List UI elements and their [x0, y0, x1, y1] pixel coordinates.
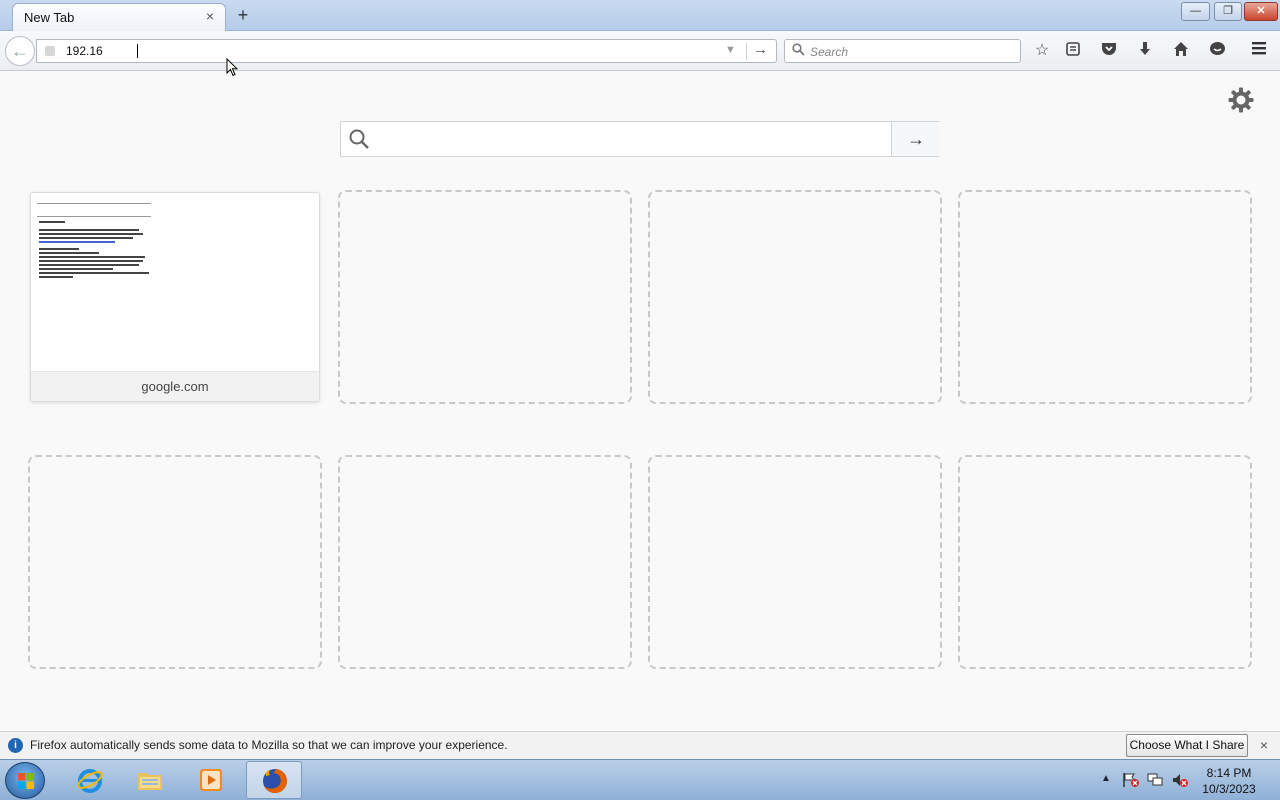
taskbar-internet-explorer[interactable] [62, 761, 118, 799]
clock-date: 10/3/2023 [1202, 782, 1256, 796]
menu-hamburger-icon[interactable] [1248, 41, 1270, 61]
search-input[interactable]: Search [810, 45, 848, 59]
notification-text: Firefox automatically sends some data to… [30, 738, 508, 752]
clock-time: 8:14 PM [1206, 766, 1252, 780]
data-sharing-notification-bar: i Firefox automatically sends some data … [0, 731, 1280, 759]
firefox-icon [261, 767, 289, 795]
tile-label: google.com [31, 371, 319, 401]
search-bar[interactable]: Search [784, 39, 1021, 63]
mouse-cursor-icon [226, 57, 239, 77]
url-bar[interactable]: 192.16 ▼ → [36, 39, 777, 63]
go-button[interactable]: → [753, 41, 768, 58]
internet-explorer-icon [76, 766, 104, 794]
media-player-icon [197, 766, 225, 794]
newtab-search-icon [348, 128, 370, 150]
system-clock[interactable]: 8:14 PM 10/3/2023 [1196, 765, 1262, 797]
hello-chat-icon[interactable] [1206, 41, 1228, 61]
newtab-search-box[interactable]: → [340, 121, 940, 157]
show-hidden-icons-arrow[interactable]: ▲ [1101, 773, 1111, 784]
taskbar-file-explorer[interactable] [122, 761, 178, 799]
folder-icon [136, 766, 164, 794]
customize-gear-icon[interactable] [1227, 86, 1255, 114]
pocket-icon[interactable] [1098, 41, 1120, 61]
newtab-search-go-button[interactable]: → [891, 122, 940, 156]
tab-title: New Tab [24, 10, 75, 25]
empty-tile [958, 455, 1252, 669]
empty-tile [338, 190, 632, 404]
back-button[interactable]: ← [5, 36, 35, 66]
url-input[interactable]: 192.16 [66, 44, 103, 58]
site-tile-google[interactable]: google.com [30, 192, 320, 402]
url-divider [746, 43, 747, 60]
tab-new-tab[interactable]: New Tab × [12, 3, 226, 31]
navigation-toolbar: ← 192.16 ▼ → Search ☆ [0, 31, 1280, 71]
taskbar-media-player[interactable] [183, 761, 239, 799]
network-icon[interactable] [1146, 772, 1164, 791]
url-history-dropdown-icon[interactable]: ▼ [725, 44, 736, 56]
empty-tile [958, 190, 1252, 404]
taskbar-firefox[interactable] [246, 761, 302, 799]
empty-tile [648, 190, 942, 404]
bookmark-star-icon[interactable]: ☆ [1031, 41, 1053, 61]
info-icon: i [8, 738, 23, 753]
text-caret [137, 44, 138, 58]
notification-close-icon[interactable]: × [1257, 737, 1271, 753]
title-bar: New Tab × + — ❐ ✕ [0, 0, 1280, 31]
empty-tile [28, 455, 322, 669]
windows-taskbar: ▲ 8:14 PM 10/3/2023 [0, 759, 1280, 800]
windows-logo-icon [17, 772, 35, 790]
downloads-icon[interactable] [1134, 41, 1156, 61]
choose-what-i-share-button[interactable]: Choose What I Share [1126, 734, 1248, 757]
start-button[interactable] [5, 762, 45, 799]
search-icon [792, 43, 805, 59]
bookmarks-list-icon[interactable] [1062, 41, 1084, 61]
tab-close-icon[interactable]: × [203, 8, 217, 24]
action-center-flag-icon[interactable] [1122, 772, 1140, 791]
volume-muted-icon[interactable] [1171, 772, 1189, 791]
empty-tile [338, 455, 632, 669]
maximize-button[interactable]: ❐ [1214, 2, 1242, 21]
close-window-button[interactable]: ✕ [1244, 2, 1278, 21]
new-tab-button[interactable]: + [234, 5, 252, 25]
tile-thumbnail [37, 201, 167, 291]
home-icon[interactable] [1170, 41, 1192, 61]
site-identity-icon[interactable] [43, 44, 57, 58]
empty-tile [648, 455, 942, 669]
minimize-button[interactable]: — [1181, 2, 1210, 21]
